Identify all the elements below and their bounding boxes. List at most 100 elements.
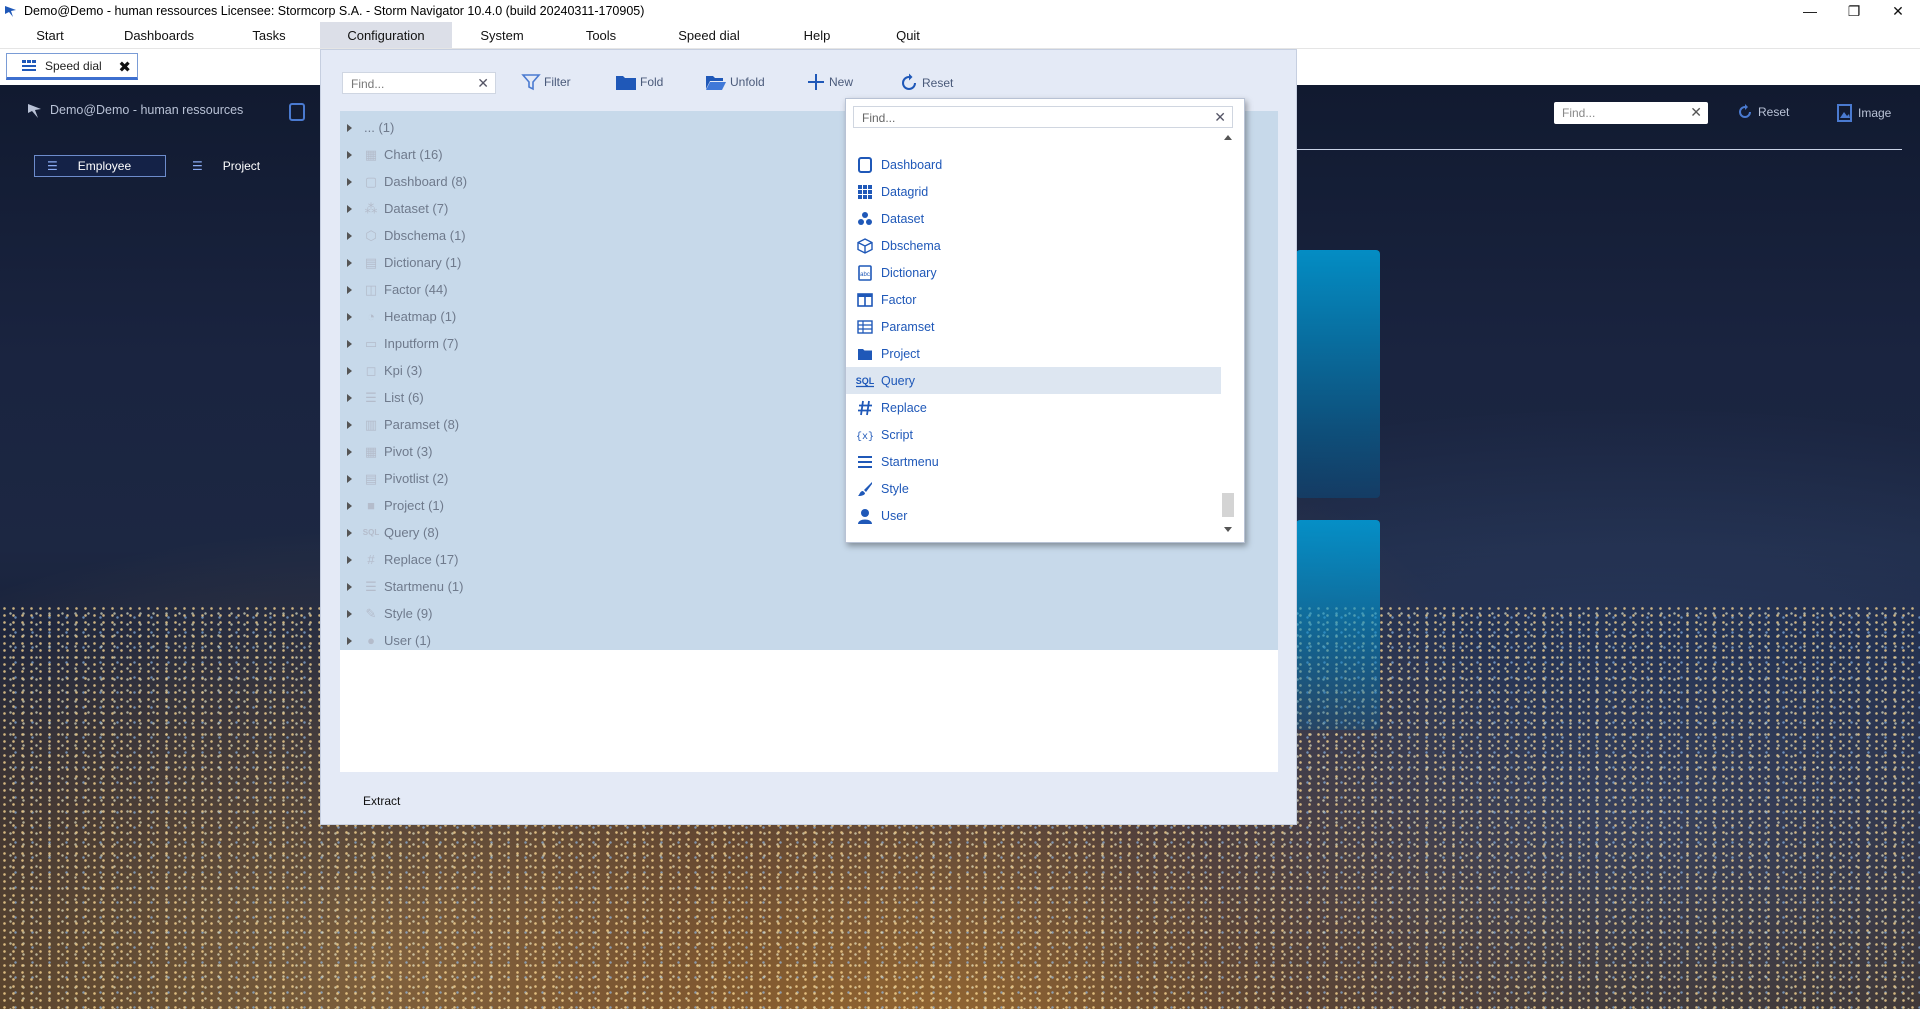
tab-project[interactable]: ☰ Project — [180, 155, 290, 177]
new-user-item[interactable]: User — [846, 502, 1221, 529]
tree-node-startmenu[interactable]: ☰ Startmenu (1) — [347, 573, 767, 600]
tree-node-pivotlist[interactable]: ▤ Pivotlist (2) — [347, 465, 767, 492]
tree-node-list[interactable]: ☰ List (6) — [347, 384, 767, 411]
menu-tasks[interactable]: Tasks — [218, 22, 320, 48]
tree-node-user[interactable]: ● User (1) — [347, 627, 767, 654]
config-find-input[interactable]: Find... ✕ — [342, 72, 496, 94]
tree-node-dictionary[interactable]: ▤ Dictionary (1) — [347, 249, 767, 276]
dashboard-icon[interactable] — [288, 102, 306, 122]
new-dataset-item[interactable]: Dataset — [846, 205, 1221, 232]
new-factor-item[interactable]: Factor — [846, 286, 1221, 313]
restore-button[interactable]: ❐ — [1832, 0, 1876, 22]
expand-arrow-icon[interactable] — [347, 258, 352, 267]
item-label: Replace — [881, 400, 927, 415]
new-datagrid-item[interactable]: Datagrid — [846, 178, 1221, 205]
paramset-icon — [856, 318, 874, 336]
close-tab-icon[interactable]: ✖ — [118, 58, 131, 76]
expand-arrow-icon[interactable] — [347, 285, 352, 294]
speed-dial-find-input[interactable]: Find... ✕ — [1554, 102, 1708, 124]
tree-node-project[interactable]: ■ Project (1) — [347, 492, 767, 519]
menu-help[interactable]: Help — [768, 22, 866, 48]
menu-quit[interactable]: Quit — [866, 22, 950, 48]
expand-arrow-icon[interactable] — [347, 447, 352, 456]
expand-arrow-icon[interactable] — [347, 582, 352, 591]
clear-search-icon[interactable]: ✕ — [1690, 104, 1702, 121]
new-dictionary-item[interactable]: abc Dictionary — [846, 259, 1221, 286]
tree-node-dataset[interactable]: ⁂ Dataset (7) — [347, 195, 767, 222]
tree-node-label: Dashboard (8) — [384, 174, 468, 189]
new-replace-item[interactable]: Replace — [846, 394, 1221, 421]
tree-node-label: Dictionary (1) — [384, 255, 462, 270]
tab-employee[interactable]: ☰ Employee — [34, 155, 166, 177]
tree-node-heatmap[interactable]: ◔ Heatmap (1) — [347, 303, 767, 330]
tree-node-root[interactable]: ... (1) — [347, 114, 767, 141]
expand-arrow-icon[interactable] — [347, 366, 352, 375]
new-paramset-item[interactable]: Paramset — [846, 313, 1221, 340]
new-dashboard-item[interactable]: Dashboard — [846, 151, 1221, 178]
speed-dial-tile[interactable] — [1296, 250, 1380, 498]
expand-arrow-icon[interactable] — [347, 231, 352, 240]
expand-arrow-icon[interactable] — [347, 420, 352, 429]
expand-arrow-icon[interactable] — [347, 312, 352, 321]
find-placeholder: Find... — [862, 111, 896, 125]
expand-arrow-icon[interactable] — [347, 609, 352, 618]
new-startmenu-item[interactable]: Startmenu — [846, 448, 1221, 475]
new-query-item[interactable]: SQL Query — [846, 367, 1221, 394]
clear-search-icon[interactable]: ✕ — [1214, 109, 1226, 126]
speed-dial-tile[interactable] — [1296, 520, 1380, 730]
scroll-down-arrow-icon[interactable] — [1224, 527, 1232, 532]
tree-node-chart[interactable]: ▦ Chart (16) — [347, 141, 767, 168]
tree-node-paramset[interactable]: ▥ Paramset (8) — [347, 411, 767, 438]
expand-arrow-icon[interactable] — [347, 204, 352, 213]
tree-node-replace[interactable]: # Replace (17) — [347, 546, 767, 573]
speed-dial-image-button[interactable]: Image — [1836, 103, 1891, 123]
tree-node-query[interactable]: SQL Query (8) — [347, 519, 767, 546]
menu-start[interactable]: Start — [0, 22, 100, 48]
tree-node-pivot[interactable]: ▦ Pivot (3) — [347, 438, 767, 465]
new-style-item[interactable]: Style — [846, 475, 1221, 502]
scroll-up-arrow-icon[interactable] — [1224, 135, 1232, 140]
expand-arrow-icon[interactable] — [347, 528, 352, 537]
expand-arrow-icon[interactable] — [347, 339, 352, 348]
extract-button[interactable]: Extract — [363, 794, 400, 808]
list-icon: ☰ — [365, 389, 377, 405]
menu-speed-dial[interactable]: Speed dial — [650, 22, 768, 48]
tree-node-style[interactable]: ✎ Style (9) — [347, 600, 767, 627]
dropdown-find-input[interactable]: Find... ✕ — [853, 106, 1233, 128]
new-project-item[interactable]: Project — [846, 340, 1221, 367]
tree-node-dashboard[interactable]: ▢ Dashboard (8) — [347, 168, 767, 195]
filter-button[interactable]: Filter — [521, 73, 571, 91]
tree-node-inputform[interactable]: ▭ Inputform (7) — [347, 330, 767, 357]
expand-arrow-icon[interactable] — [347, 393, 352, 402]
menu-configuration[interactable]: Configuration — [320, 22, 452, 48]
expand-arrow-icon[interactable] — [347, 474, 352, 483]
unfold-button[interactable]: Unfold — [705, 73, 765, 91]
expand-arrow-icon[interactable] — [347, 501, 352, 510]
clear-search-icon[interactable]: ✕ — [477, 75, 489, 92]
tree-node-kpi[interactable]: ◻ Kpi (3) — [347, 357, 767, 384]
close-window-button[interactable]: ✕ — [1876, 0, 1920, 22]
fold-button[interactable]: Fold — [615, 73, 663, 91]
menu-system[interactable]: System — [452, 22, 552, 48]
tab-speed-dial[interactable]: Speed dial ✖ — [6, 53, 138, 80]
tree-node-label: User (1) — [384, 633, 431, 648]
new-button[interactable]: New — [806, 73, 853, 91]
new-script-item[interactable]: {x} Script — [846, 421, 1221, 448]
expand-arrow-icon[interactable] — [347, 555, 352, 564]
expand-arrow-icon[interactable] — [347, 177, 352, 186]
reset-button[interactable]: Reset — [899, 73, 953, 93]
unfold-label: Unfold — [730, 75, 765, 89]
pivotlist-icon: ▤ — [364, 470, 378, 486]
minimize-button[interactable]: — — [1788, 0, 1832, 22]
expand-arrow-icon[interactable] — [347, 150, 352, 159]
speed-dial-reset-button[interactable]: Reset — [1736, 103, 1789, 121]
dropdown-scrollbar[interactable] — [1221, 131, 1235, 536]
menu-dashboards[interactable]: Dashboards — [100, 22, 218, 48]
expand-arrow-icon[interactable] — [347, 123, 352, 132]
new-dbschema-item[interactable]: Dbschema — [846, 232, 1221, 259]
menu-tools[interactable]: Tools — [552, 22, 650, 48]
expand-arrow-icon[interactable] — [347, 636, 352, 645]
scroll-thumb[interactable] — [1222, 493, 1234, 517]
tree-node-dbschema[interactable]: ⬡ Dbschema (1) — [347, 222, 767, 249]
tree-node-factor[interactable]: ◫ Factor (44) — [347, 276, 767, 303]
